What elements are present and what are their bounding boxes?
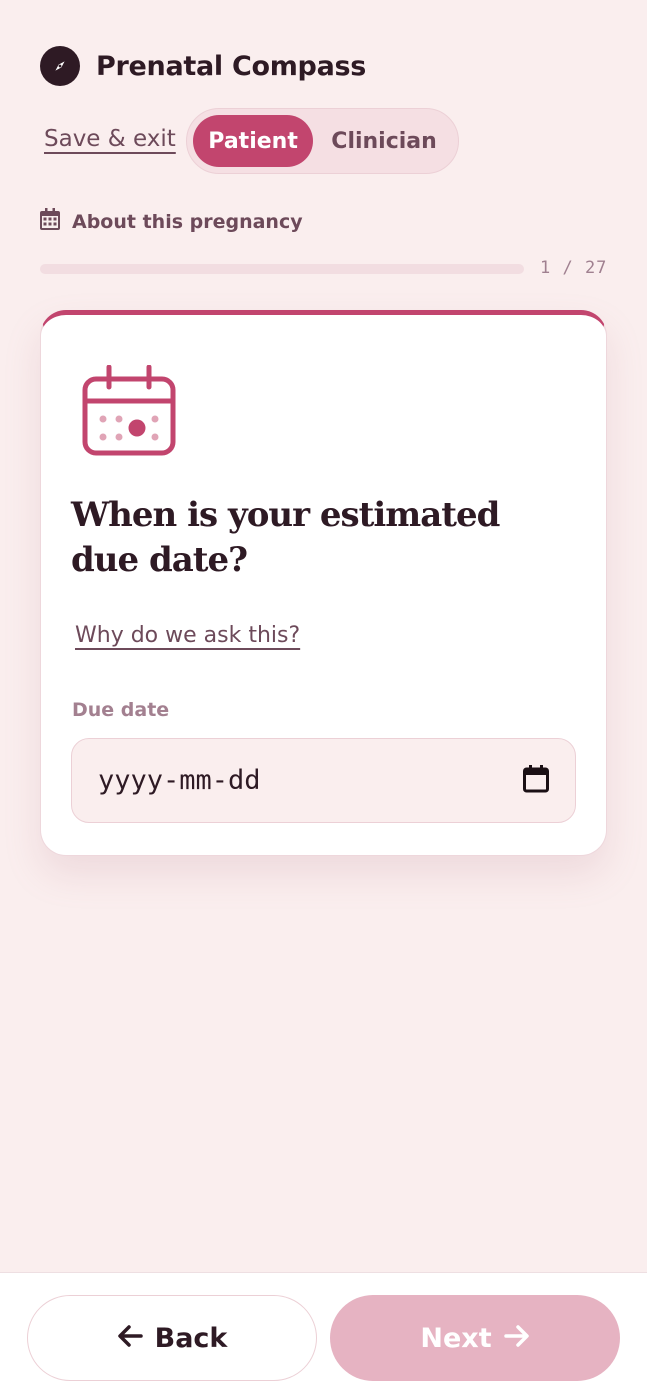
question-card: When is your estimated due date? Why do … — [40, 310, 607, 856]
section-label: About this pregnancy — [72, 210, 303, 233]
due-date-input[interactable]: yyyy-mm-dd — [71, 738, 576, 823]
arrow-left-icon — [117, 1323, 143, 1354]
due-date-label: Due date — [72, 699, 170, 721]
mode-toggle: Patient Clinician — [186, 108, 459, 174]
progress-bar — [40, 264, 524, 274]
next-button[interactable]: Next — [330, 1295, 620, 1381]
progress-text: 1 / 27 — [540, 258, 608, 278]
section-heading: About this pregnancy — [40, 208, 303, 235]
arrow-right-icon — [503, 1323, 530, 1354]
question-title: When is your estimated due date? — [71, 495, 500, 580]
calendar-picker-icon[interactable] — [523, 764, 549, 797]
back-button[interactable]: Back — [27, 1295, 317, 1381]
mode-patient-button[interactable]: Patient — [193, 115, 314, 167]
due-date-placeholder: yyyy-mm-dd — [98, 765, 261, 796]
app-title: Prenatal Compass — [96, 50, 367, 82]
mode-clinician-button[interactable]: Clinician — [315, 115, 453, 167]
why-ask-link[interactable]: Why do we ask this? — [75, 623, 300, 648]
calendar-icon — [81, 364, 177, 461]
calendar-icon — [40, 208, 60, 235]
next-label: Next — [420, 1322, 492, 1354]
compass-icon — [40, 46, 80, 86]
app-header: Prenatal Compass — [40, 46, 366, 86]
save-exit-link[interactable]: Save & exit — [44, 126, 176, 152]
back-label: Back — [154, 1322, 228, 1354]
bottom-nav-bar: Back Next — [0, 1272, 647, 1400]
